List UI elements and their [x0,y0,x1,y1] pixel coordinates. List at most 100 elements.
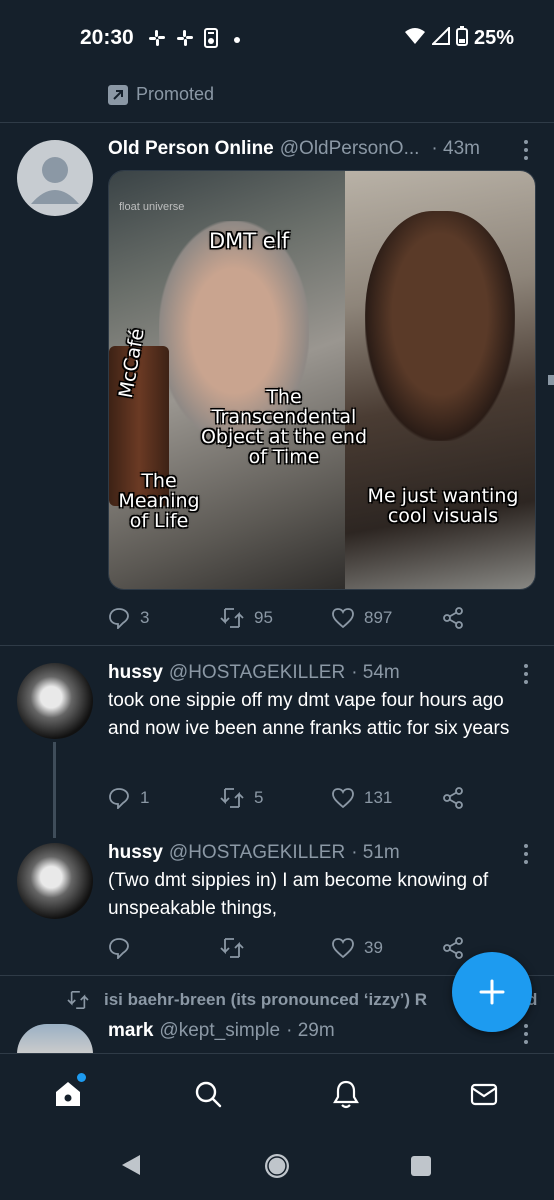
dot-icon [234,37,240,43]
reply-icon [109,938,129,959]
retweet-context-text: isi baehr-breen (its pronounced ‘izzy’) … [104,990,428,1009]
author-name[interactable]: hussy [108,842,163,864]
slack-icon [148,29,166,51]
tweet-actions: 3 95 897 [108,603,488,633]
more-options-icon[interactable] [524,664,528,688]
meme-label-dmt-elf: DMT elf [209,229,289,253]
like-button[interactable]: 897 [332,608,392,628]
new-content-dot [77,1073,86,1082]
heart-icon [332,938,354,958]
nav-messages[interactable] [466,1076,502,1112]
meme-left-panel: float universe DMT elf McCafé The Meanin… [109,171,345,589]
reply-button[interactable]: 1 [108,787,149,809]
status-time: 20:30 [80,26,134,49]
retweet-button[interactable] [220,937,254,959]
system-back-button[interactable] [120,1153,142,1182]
home-icon [56,1082,80,1106]
reply-icon [109,788,129,809]
compose-tweet-button[interactable] [452,952,532,1032]
retweet-context: isi baehr-breen (its pronounced ‘izzy’) … [66,990,427,1010]
tweet-actions: 39 [108,933,488,963]
battery-percent: 25% [473,27,514,49]
thread-line [53,742,56,838]
author-name[interactable]: Old Person Online [108,138,274,160]
meme-label-transcendental: The Transcendental Object at the end of … [200,386,368,468]
nav-home[interactable] [50,1073,86,1112]
plus-icon [479,979,505,1005]
home-circle-icon [265,1154,289,1178]
tweet-time: · 29m [286,1020,335,1041]
tv-icon [204,28,218,52]
retweet-icon [67,991,89,1009]
tweet-header: hussy @HOSTAGEKILLER · 51m [108,842,400,864]
share-button[interactable] [442,607,464,629]
like-count: 131 [364,788,393,807]
avatar[interactable] [17,663,93,739]
heart-icon [332,788,354,808]
tweet-header: hussy @HOSTAGEKILLER · 54m [108,662,400,684]
share-icon [443,607,463,629]
divider [0,645,554,646]
like-button[interactable]: 131 [332,788,392,808]
retweet-button[interactable]: 5 [220,787,263,809]
promoted-label: Promoted [108,84,214,105]
status-right: 25% [404,25,514,51]
author-name[interactable]: hussy [108,662,163,684]
bottom-nav [0,1053,554,1133]
more-options-icon[interactable] [524,140,528,164]
author-handle[interactable]: @OldPersonO... [280,138,420,160]
promoted-text: Promoted [136,84,215,104]
notifications-icon [333,1080,359,1109]
status-bar: 20:30 25% [0,0,554,76]
system-recents-button[interactable] [410,1155,432,1182]
tweet-header: Old Person Online @OldPersonO... · 43m [108,138,480,160]
tweet-time: · 54m [351,662,400,683]
like-button[interactable]: 39 [332,938,383,958]
tweet-header: mark @kept_simple · 29m [108,1020,335,1042]
retweet-count: 5 [254,788,264,807]
author-handle[interactable]: @HOSTAGEKILLER [169,662,345,684]
system-nav-bar [0,1133,554,1200]
author-handle[interactable]: @kept_simple [159,1020,280,1042]
author-handle[interactable]: @HOSTAGEKILLER [169,842,345,864]
meme-label-meaning: The Meaning of Life [118,470,200,532]
divider [0,122,554,123]
avatar[interactable] [17,1024,93,1054]
scroll-indicator[interactable] [548,375,554,385]
like-count: 897 [364,608,393,627]
share-button[interactable] [442,937,464,959]
promoted-icon [108,84,128,105]
share-button[interactable] [442,787,464,809]
system-home-button[interactable] [264,1153,290,1184]
tweet-media[interactable]: float universe DMT elf McCafé The Meanin… [108,170,536,590]
author-name[interactable]: mark [108,1020,153,1042]
recents-icon [411,1156,431,1176]
meme-face-right [365,211,515,441]
more-options-icon[interactable] [524,1024,528,1048]
wifi-icon [404,27,426,50]
reply-icon [109,608,129,629]
reply-button[interactable]: 3 [108,607,149,629]
reply-count: 1 [140,788,150,807]
retweet-icon [220,788,244,808]
share-icon [443,937,463,959]
meme-watermark: float universe [119,201,185,213]
tweet-text: (Two dmt sippies in) I am become knowing… [108,870,489,919]
nav-notifications[interactable] [328,1076,364,1112]
back-icon [122,1155,140,1175]
retweet-icon [220,938,244,958]
battery-icon [455,26,468,51]
reply-button[interactable] [108,937,140,959]
meme-label-visuals: Me just wanting cool visuals [367,485,519,527]
slack-icon [176,29,194,51]
signal-icon [430,25,450,50]
share-icon [443,787,463,809]
tweet-text: took one sippie off my dmt vape four hou… [108,690,510,739]
avatar[interactable] [17,140,93,216]
more-options-icon[interactable] [524,844,528,868]
like-count: 39 [364,938,383,957]
nav-search[interactable] [190,1076,226,1112]
heart-icon [332,608,354,628]
avatar[interactable] [17,843,93,919]
retweet-button[interactable]: 95 [220,607,273,629]
